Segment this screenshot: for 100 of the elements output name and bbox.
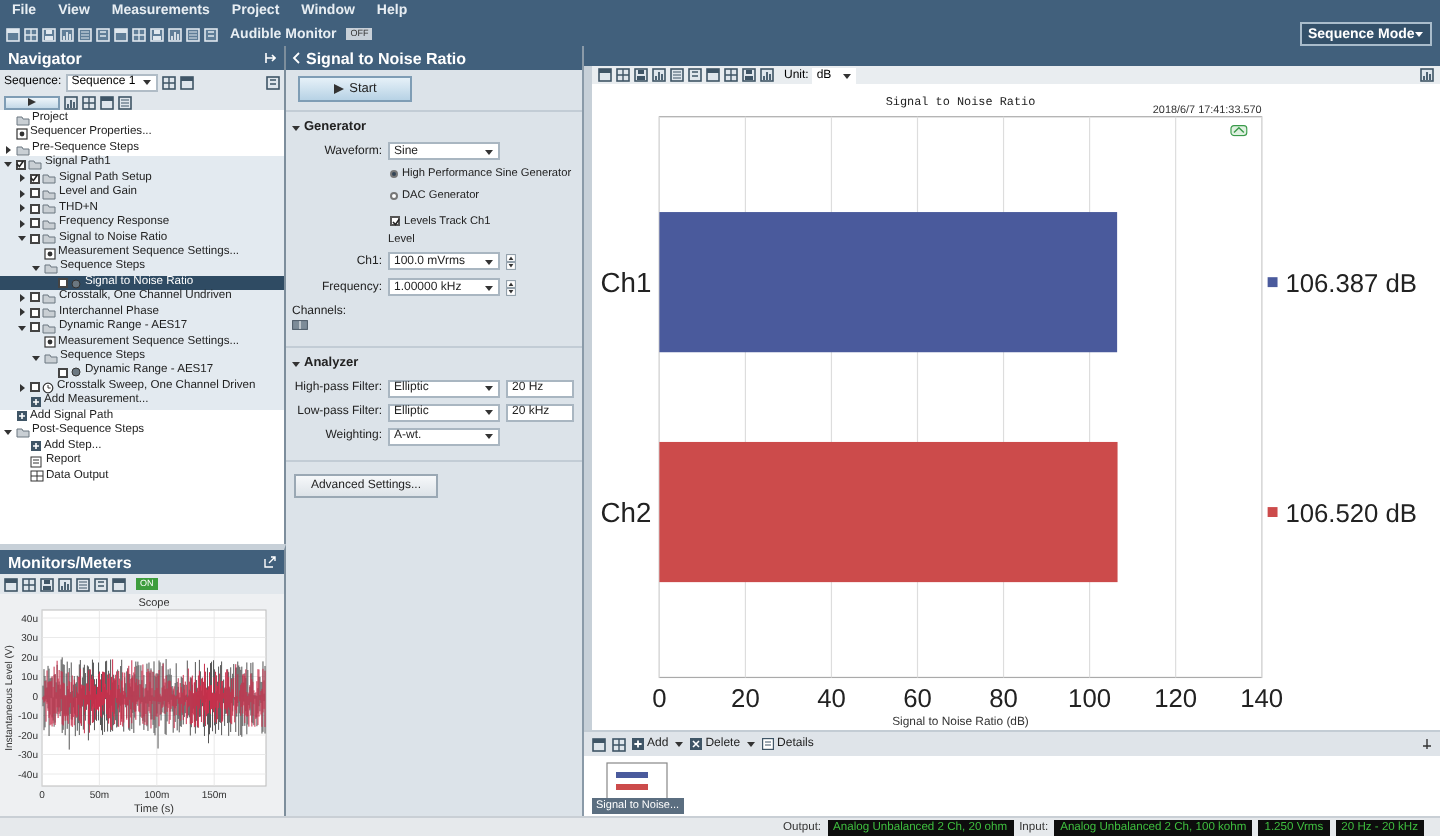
tree-arrow-icon[interactable] — [17, 204, 25, 213]
caret-icon — [1414, 30, 1425, 38]
grid-icon[interactable] — [616, 68, 630, 82]
window-icon[interactable] — [4, 577, 18, 591]
tick-label: 40 — [817, 683, 846, 714]
spin-down-icon[interactable] — [506, 287, 516, 295]
list-icon[interactable] — [76, 577, 90, 591]
checkbox[interactable] — [29, 292, 39, 303]
channels-icon[interactable] — [292, 320, 308, 330]
tree-arrow-icon[interactable] — [17, 234, 25, 243]
settings-icon — [43, 336, 55, 349]
spin-down-icon[interactable] — [506, 261, 516, 269]
tick-label: 0 — [652, 683, 667, 714]
caret-icon — [842, 71, 853, 79]
tick-label: 60 — [903, 683, 932, 714]
caret-icon — [484, 147, 494, 155]
add-icon — [29, 440, 41, 453]
collapse-icon[interactable] — [292, 359, 300, 367]
tree-arrow-icon[interactable] — [17, 189, 25, 198]
radio-button[interactable] — [390, 169, 398, 177]
checkbox[interactable] — [29, 307, 39, 318]
caret-icon — [674, 740, 685, 748]
clock-icon — [42, 381, 54, 394]
window-icon[interactable] — [706, 68, 720, 82]
tree-arrow-icon[interactable] — [17, 308, 25, 317]
window-icon[interactable] — [112, 577, 126, 591]
tree-arrow-icon[interactable] — [31, 264, 39, 273]
spin-up-icon[interactable] — [506, 253, 516, 261]
back-icon[interactable] — [292, 52, 300, 64]
checkbox[interactable] — [57, 278, 67, 289]
caret-icon — [484, 384, 494, 392]
window-icon[interactable] — [598, 68, 612, 82]
document-icon[interactable] — [94, 577, 108, 591]
tree-arrow-icon[interactable] — [17, 323, 25, 332]
chart-icon[interactable] — [1420, 68, 1434, 82]
save-icon[interactable] — [742, 68, 756, 82]
tick-label: 80 — [989, 683, 1018, 714]
tree-arrow-icon[interactable] — [3, 160, 11, 169]
tree-arrow-icon[interactable] — [17, 174, 25, 183]
checkbox[interactable] — [390, 216, 400, 226]
settings-icon — [15, 128, 27, 141]
table-icon — [29, 470, 43, 483]
caret-icon — [746, 740, 757, 748]
grid-icon[interactable] — [161, 75, 176, 89]
run-button[interactable] — [4, 95, 60, 109]
save-icon[interactable] — [40, 577, 54, 591]
document-icon[interactable] — [688, 68, 702, 82]
chart-tool-icon[interactable] — [1230, 125, 1247, 136]
checkbox[interactable] — [29, 188, 39, 199]
tree-arrow-icon[interactable] — [3, 145, 11, 154]
list-icon[interactable] — [670, 68, 684, 82]
chart-icon[interactable] — [652, 68, 666, 82]
grid-icon[interactable] — [612, 737, 626, 751]
panel-title: Monitors/Meters — [8, 553, 132, 571]
panel-title: Navigator — [8, 49, 82, 67]
checkbox[interactable] — [29, 173, 39, 184]
checkbox[interactable] — [29, 218, 39, 229]
chart-icon[interactable] — [58, 577, 72, 591]
caret-icon — [484, 283, 494, 291]
caret-icon — [141, 78, 152, 86]
grid-icon[interactable] — [22, 577, 36, 591]
caret-icon — [484, 408, 494, 416]
window-icon[interactable] — [592, 737, 606, 751]
pin-icon[interactable] — [1422, 738, 1432, 750]
tick-label: 140 — [1240, 683, 1284, 714]
tree-arrow-icon[interactable] — [17, 383, 25, 392]
thumbnail-drawing[interactable] — [606, 762, 668, 802]
chart-icon[interactable] — [760, 68, 774, 82]
caret-icon — [484, 432, 494, 440]
value-label: 106.520 dB — [1285, 497, 1418, 528]
list-icon[interactable] — [118, 95, 132, 109]
tick-label: 100 — [1068, 683, 1112, 714]
category-label: Ch2 — [600, 495, 652, 528]
tree-arrow-icon[interactable] — [31, 353, 39, 362]
checkbox[interactable] — [29, 322, 39, 333]
checkbox[interactable] — [29, 382, 39, 393]
window-icon[interactable] — [100, 95, 114, 109]
collapse-icon[interactable] — [292, 123, 300, 131]
chart-icon[interactable] — [64, 95, 78, 109]
spin-up-icon[interactable] — [506, 279, 516, 287]
grid-icon[interactable] — [82, 95, 96, 109]
grid-icon[interactable] — [724, 68, 738, 82]
settings-icon — [43, 247, 55, 260]
checkbox[interactable] — [29, 233, 39, 244]
checkbox[interactable] — [29, 203, 39, 214]
details-icon — [762, 738, 775, 750]
radio-button[interactable] — [390, 191, 398, 199]
window-icon[interactable] — [179, 75, 194, 89]
caret-icon — [484, 257, 494, 265]
tick-icon — [30, 174, 38, 183]
tree-arrow-icon[interactable] — [17, 219, 25, 228]
checkbox[interactable] — [15, 159, 25, 170]
checkbox[interactable] — [57, 367, 67, 378]
document-icon[interactable] — [266, 75, 280, 89]
tree-arrow-icon[interactable] — [3, 427, 11, 436]
popout-icon[interactable] — [264, 556, 276, 568]
play-icon — [333, 84, 344, 94]
tick-icon — [391, 217, 399, 225]
tree-arrow-icon[interactable] — [17, 293, 25, 302]
save-icon[interactable] — [634, 68, 648, 82]
